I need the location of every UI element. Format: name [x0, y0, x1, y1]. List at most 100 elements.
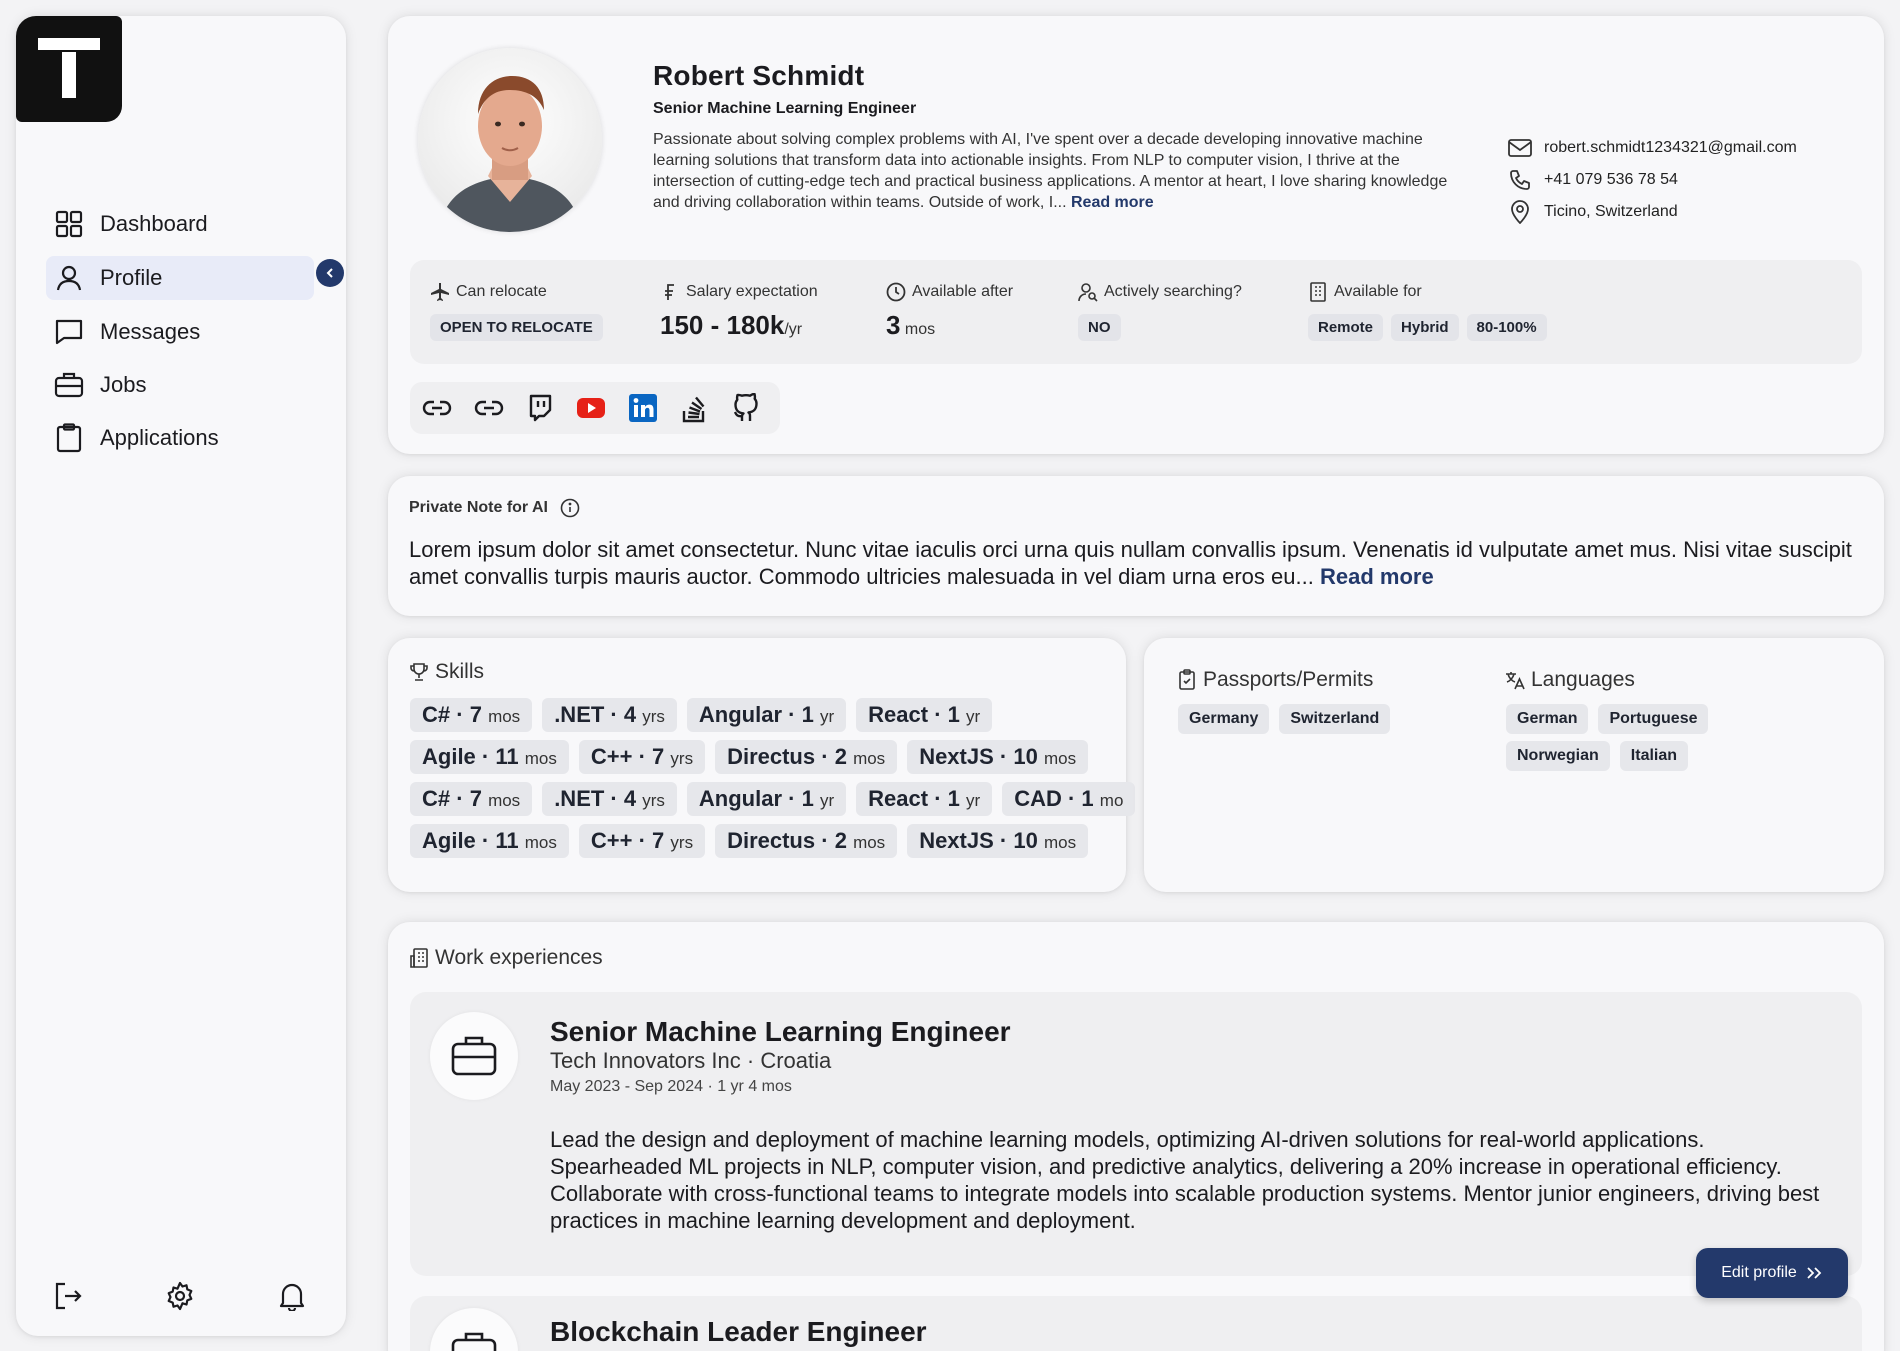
work-title-text: Work experiences [435, 946, 603, 969]
user-icon [54, 263, 84, 293]
profile-card: Robert Schmidt Senior Machine Learning E… [388, 16, 1884, 454]
skill-name: .NET [554, 786, 605, 811]
skill-chip: C++ · 7 yrs [578, 740, 706, 774]
sidebar-item-label: Dashboard [100, 211, 208, 236]
fact-salary: Salary expectation 150 - 180k/yr [660, 282, 818, 341]
fact-relocate: Can relocate OPEN TO RELOCATE [430, 282, 611, 341]
skill-duration: 7 [469, 702, 482, 727]
dashboard-icon [54, 209, 84, 239]
bio-read-more-link[interactable]: Read more [1071, 194, 1154, 211]
separator: · [1061, 786, 1082, 811]
available-after-value: 3 [886, 310, 901, 340]
phone-text: +41 079 536 78 54 [1544, 171, 1678, 188]
currency-icon [660, 282, 680, 302]
clock-icon [886, 282, 906, 302]
skill-name: CAD [1014, 786, 1062, 811]
contact-phone[interactable]: +41 079 536 78 54 [1508, 168, 1678, 192]
note-read-more-link[interactable]: Read more [1320, 564, 1434, 589]
logout-icon[interactable] [52, 1280, 84, 1312]
skill-chip: .NET · 4 yrs [542, 698, 677, 732]
salary-value: 150 - 180k [660, 310, 785, 340]
work-experiences-card: Work experiences Senior Machine Learning… [388, 922, 1884, 1351]
sidebar-item-label: Jobs [100, 372, 147, 397]
skill-chip: Angular · 1 yr [686, 698, 847, 732]
location-pin-icon [1508, 200, 1532, 224]
skill-duration: 2 [834, 828, 847, 853]
note-text: Lorem ipsum dolor sit amet consectetur. … [409, 537, 1852, 589]
separator: · [993, 744, 1014, 769]
permits-languages-card: Passports/Permits Germany Switzerland La… [1144, 638, 1884, 892]
permits-title: Passports/Permits [1176, 668, 1373, 692]
skill-duration-unit: mos [1043, 749, 1077, 768]
experience-description: Lead the design and deployment of machin… [550, 1127, 1820, 1233]
phone-icon [1508, 168, 1532, 192]
edit-profile-button[interactable]: Edit profile [1696, 1248, 1848, 1298]
stackoverflow-icon[interactable] [677, 390, 711, 426]
bio-text: Passionate about solving complex problem… [653, 131, 1448, 211]
skill-duration-unit: yr [966, 791, 981, 810]
skill-duration: 7 [469, 786, 482, 811]
skill-duration-unit: mo [1099, 791, 1124, 810]
experience-title: Blockchain Leader Engineer [550, 1316, 927, 1347]
separator: · [815, 828, 835, 853]
skill-duration: 1 [801, 702, 814, 727]
sidebar-item-profile[interactable]: Profile [46, 256, 314, 300]
skill-name: React [868, 702, 929, 727]
skill-duration: 4 [623, 702, 637, 727]
app-logo[interactable] [16, 16, 122, 122]
separator: · [475, 828, 496, 853]
skill-row: Agile · 11 mos C++ · 7 yrs Directus · 2 mo… [410, 824, 1145, 858]
sidebar-item-messages[interactable]: Messages [46, 310, 314, 354]
skill-name: Directus [727, 744, 816, 769]
experience-item[interactable]: Senior Machine Learning Engineer Tech In… [410, 992, 1862, 1276]
sidebar-item-dashboard[interactable]: Dashboard [46, 202, 314, 246]
skill-duration: 7 [652, 744, 665, 769]
sidebar-item-label: Applications [100, 425, 219, 450]
skill-duration-unit: mos [524, 749, 557, 768]
sidebar-item-jobs[interactable]: Jobs [46, 363, 314, 407]
mail-icon [1508, 136, 1532, 160]
linkedin-icon[interactable] [626, 390, 660, 426]
skill-chip: NextJS · 10 mos [907, 824, 1089, 858]
skill-chip: NextJS · 10 mos [907, 740, 1089, 774]
skill-name: Directus [727, 828, 816, 853]
youtube-icon[interactable] [574, 390, 608, 426]
bell-icon[interactable] [276, 1280, 308, 1312]
sidebar-item-applications[interactable]: Applications [46, 416, 314, 460]
clipboard-icon [54, 423, 84, 453]
link-icon[interactable] [420, 390, 454, 426]
skill-duration-unit: yrs [642, 707, 665, 726]
skill-duration: 10 [1013, 828, 1038, 853]
collapse-sidebar-button[interactable] [316, 259, 344, 287]
skill-name: C++ [590, 744, 633, 769]
skill-name: Angular [698, 786, 783, 811]
info-icon[interactable] [560, 498, 580, 518]
double-chevron-right-icon [1805, 1266, 1823, 1280]
gear-icon[interactable] [164, 1280, 196, 1312]
work-mode-badge: Remote [1308, 314, 1384, 341]
location-text: Ticino, Switzerland [1544, 203, 1678, 220]
skill-chip: React · 1 yr [856, 782, 993, 816]
permits-list: Germany Switzerland [1178, 704, 1400, 734]
skill-duration-unit: yr [966, 707, 981, 726]
link-icon[interactable] [471, 390, 505, 426]
available-after-unit: mos [904, 321, 936, 338]
skill-chip: Directus · 2 mos [715, 740, 898, 774]
note-body: Lorem ipsum dolor sit amet consectetur. … [409, 536, 1869, 590]
skill-row: C# · 7 mos .NET · 4 yrs Angular · 1 yr Reac… [410, 782, 1145, 816]
skill-name: C# [422, 702, 451, 727]
permits-title-text: Passports/Permits [1203, 668, 1374, 691]
private-note-card: Private Note for AI Lorem ipsum dolor si… [388, 476, 1884, 616]
profile-name: Robert Schmidt [653, 60, 865, 91]
github-icon[interactable] [729, 390, 763, 426]
passport-icon [1176, 669, 1198, 691]
separator: · [928, 786, 948, 811]
fact-available-after: Available after 3 mos [886, 282, 1013, 341]
sidebar-item-label: Profile [100, 265, 163, 290]
contact-email[interactable]: robert.schmidt1234321@gmail.com [1508, 136, 1797, 160]
separator: · [928, 702, 948, 727]
fact-label: Can relocate [456, 283, 547, 300]
experience-item[interactable]: Blockchain Leader Engineer [410, 1296, 1862, 1351]
twitch-icon[interactable] [523, 390, 557, 426]
skill-duration-unit: yrs [670, 749, 694, 768]
